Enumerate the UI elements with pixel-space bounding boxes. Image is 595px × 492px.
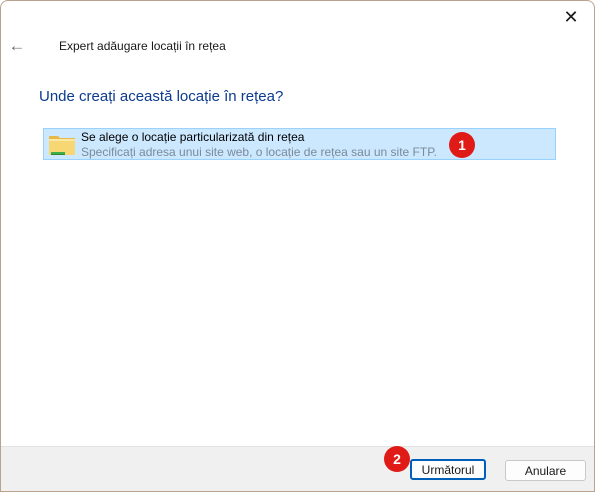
option-title: Se alege o locație particularizată din r… (81, 130, 305, 144)
back-button[interactable]: ← (5, 34, 29, 58)
custom-network-location-option[interactable]: Se alege o locație particularizată din r… (43, 128, 556, 160)
step-badge-1: 1 (449, 132, 475, 158)
wizard-window: ✕ ← Expert adăugare locații în rețea Und… (0, 0, 595, 492)
step-badge-2: 2 (384, 446, 410, 472)
page-heading: Unde creați această locație în rețea? (39, 88, 284, 105)
back-arrow-icon: ← (8, 36, 26, 55)
wizard-title: Expert adăugare locații în rețea (59, 39, 226, 53)
option-description: Specificați adresa unui site web, o loca… (81, 145, 437, 159)
next-button[interactable]: Următorul (410, 459, 486, 480)
wizard-footer: Următorul Anulare (1, 446, 594, 491)
cancel-button[interactable]: Anulare (505, 460, 586, 481)
folder-icon (49, 136, 75, 155)
close-button[interactable]: ✕ (548, 1, 594, 33)
